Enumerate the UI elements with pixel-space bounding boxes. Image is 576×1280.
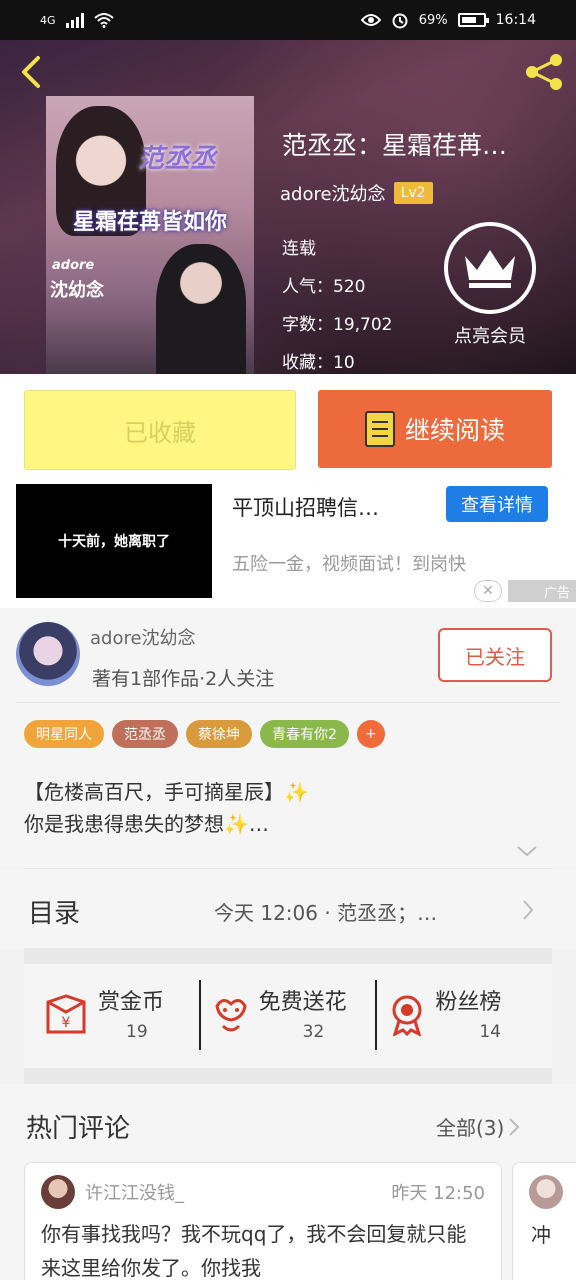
tag-item[interactable]: 蔡徐坤 (186, 720, 252, 748)
popularity: 人气：520 (282, 277, 366, 297)
vip-button[interactable]: 点亮会员 (440, 222, 540, 348)
author-section: adore沈幼念 著有1部作品·2人关注 已关注 明星同人 范丞丞 蔡徐坤 青春… (0, 608, 576, 868)
share-icon[interactable] (522, 52, 566, 92)
back-arrow-icon[interactable] (14, 52, 50, 92)
catalog-label: 目录 (28, 899, 81, 929)
signal-icon (65, 12, 84, 28)
reward-coin-icon: ¥ (46, 994, 86, 1034)
alarm-icon (392, 13, 408, 29)
book-meta: 连载 人气：520 字数：19,702 收藏：10 (282, 230, 392, 374)
all-comments-label: 全部(3) (436, 1116, 505, 1140)
word-count: 字数：19,702 (282, 315, 393, 335)
stat-value: 14 (479, 1022, 501, 1042)
section-spacer (24, 1068, 552, 1084)
stat-label: 赏金币 (98, 990, 165, 1015)
continue-reading-button[interactable]: 继续阅读 (318, 390, 552, 468)
book-header: 范丞丞 星霜荏苒皆如你 adore 沈幼念 范丞丞：星霜荏苒… adore沈幼念… (0, 40, 576, 374)
serial-status: 连载 (282, 239, 316, 259)
favorite-button[interactable]: 已收藏 (24, 390, 296, 470)
status-left: 4G (40, 12, 114, 28)
cover-boy-figure (156, 244, 246, 374)
ad-badge: 广告 (508, 580, 576, 602)
author-name[interactable]: adore沈幼念 (280, 180, 386, 206)
ad-description: 五险一金，视频面试！到岗快 (232, 554, 466, 575)
all-comments-link[interactable]: 全部(3) (436, 1112, 520, 1141)
intro-line: 你是我患得患失的梦想✨… (24, 812, 269, 836)
stat-label: 免费送花 (258, 990, 347, 1015)
chevron-down-icon[interactable] (516, 844, 538, 858)
avatar[interactable] (41, 1175, 75, 1209)
comment-text: 你有事找我吗？我不玩qq了，我不会回复就只能来这里给你发了。你找我 (41, 1222, 467, 1280)
book-title: 范丞丞：星霜荏苒… (282, 131, 508, 160)
action-bar: 已收藏 继续阅读 (0, 374, 576, 484)
ad-title[interactable]: 平顶山招聘信… (232, 492, 379, 522)
divider (16, 702, 560, 703)
ad-detail-button[interactable]: 查看详情 (446, 486, 548, 522)
cover-title-text: 星霜荏苒皆如你 (72, 210, 227, 235)
latest-chapter: 今天 12:06 · 范丞丞；… (214, 901, 438, 925)
tag-item[interactable]: 明星同人 (24, 720, 104, 748)
comment-card[interactable]: 许江江没钱_ 昨天 12:50 你有事找我吗？我不玩qq了，我不会回复就只能来这… (24, 1162, 502, 1280)
stats-row: ¥ 赏金币 19 免费送花 32 粉丝榜 14 (24, 964, 552, 1068)
cover-author-small: adore (52, 258, 95, 273)
status-right: 69% 16:14 (360, 11, 536, 29)
wifi-icon (93, 13, 114, 28)
favorites-count: 收藏：10 (282, 353, 355, 373)
free-flower-stat[interactable]: 免费送花 32 (198, 980, 376, 1050)
stat-value: 19 (126, 1022, 148, 1042)
comment-user[interactable]: 许江江没钱_ (85, 1179, 184, 1205)
status-bar: 4G 69% 16:14 (0, 0, 576, 40)
ad-thumbnail[interactable]: 十天前，她离职了 (16, 484, 212, 598)
avatar[interactable] (16, 622, 80, 686)
continue-reading-label: 继续阅读 (404, 416, 505, 445)
author-info: 著有1部作品·2人关注 (92, 668, 275, 690)
comments-title: 热门评论 (26, 1114, 131, 1144)
chevron-right-icon (509, 1117, 520, 1136)
eye-icon (360, 14, 381, 26)
level-badge: Lv2 (393, 182, 433, 204)
reward-coin-stat[interactable]: ¥ 赏金币 19 (24, 964, 199, 1068)
book-icon (364, 411, 395, 447)
avatar[interactable] (529, 1175, 563, 1209)
comment-text: 冲 (531, 1223, 551, 1247)
comment-card[interactable]: 冲 (512, 1162, 576, 1280)
hot-comments: 热门评论 全部(3) 许江江没钱_ 昨天 12:50 你有事找我吗？我不玩qq了… (0, 1084, 576, 1280)
flower-icon (215, 999, 247, 1032)
follow-button[interactable]: 已关注 (438, 628, 552, 682)
author-row[interactable]: adore沈幼念 Lv2 (280, 180, 433, 206)
stat-value: 32 (302, 1022, 325, 1042)
fan-rank-stat[interactable]: 粉丝榜 14 (375, 980, 552, 1050)
book-cover[interactable]: 范丞丞 星霜荏苒皆如你 adore 沈幼念 (46, 96, 254, 374)
tag-list: 明星同人 范丞丞 蔡徐坤 青春有你2 + (24, 720, 385, 748)
stat-label: 粉丝榜 (435, 990, 502, 1015)
network-label: 4G (40, 13, 56, 27)
tag-item[interactable]: 范丞丞 (112, 720, 178, 748)
catalog-row[interactable]: 目录 今天 12:06 · 范丞丞；… (0, 869, 576, 949)
vip-label: 点亮会员 (454, 326, 526, 347)
tag-item[interactable]: 青春有你2 (260, 720, 349, 748)
comment-time: 昨天 12:50 (391, 1183, 485, 1204)
book-intro[interactable]: 【危楼高百尺，手可摘星辰】✨ 你是我患得患失的梦想✨… (24, 776, 309, 840)
clock: 16:14 (495, 12, 536, 28)
battery-percent: 69% (418, 12, 448, 28)
battery-icon (457, 13, 489, 27)
chevron-right-icon (523, 900, 534, 920)
more-tags-button[interactable]: + (356, 720, 385, 748)
cover-author-text: 沈幼念 (50, 280, 104, 301)
crown-icon (444, 222, 536, 314)
fan-rank-icon (392, 995, 422, 1036)
svg-text:¥: ¥ (62, 1015, 71, 1031)
cover-name-text: 范丞丞 (138, 144, 217, 174)
ad-close-icon[interactable]: ✕ (474, 580, 502, 602)
section-spacer (24, 948, 552, 964)
intro-line: 【危楼高百尺，手可摘星辰】✨ (24, 780, 309, 804)
ad-banner[interactable]: 十天前，她离职了 平顶山招聘信… 查看详情 五险一金，视频面试！到岗快 ✕ 广告 (0, 484, 576, 608)
author-section-name[interactable]: adore沈幼念 (90, 624, 196, 650)
